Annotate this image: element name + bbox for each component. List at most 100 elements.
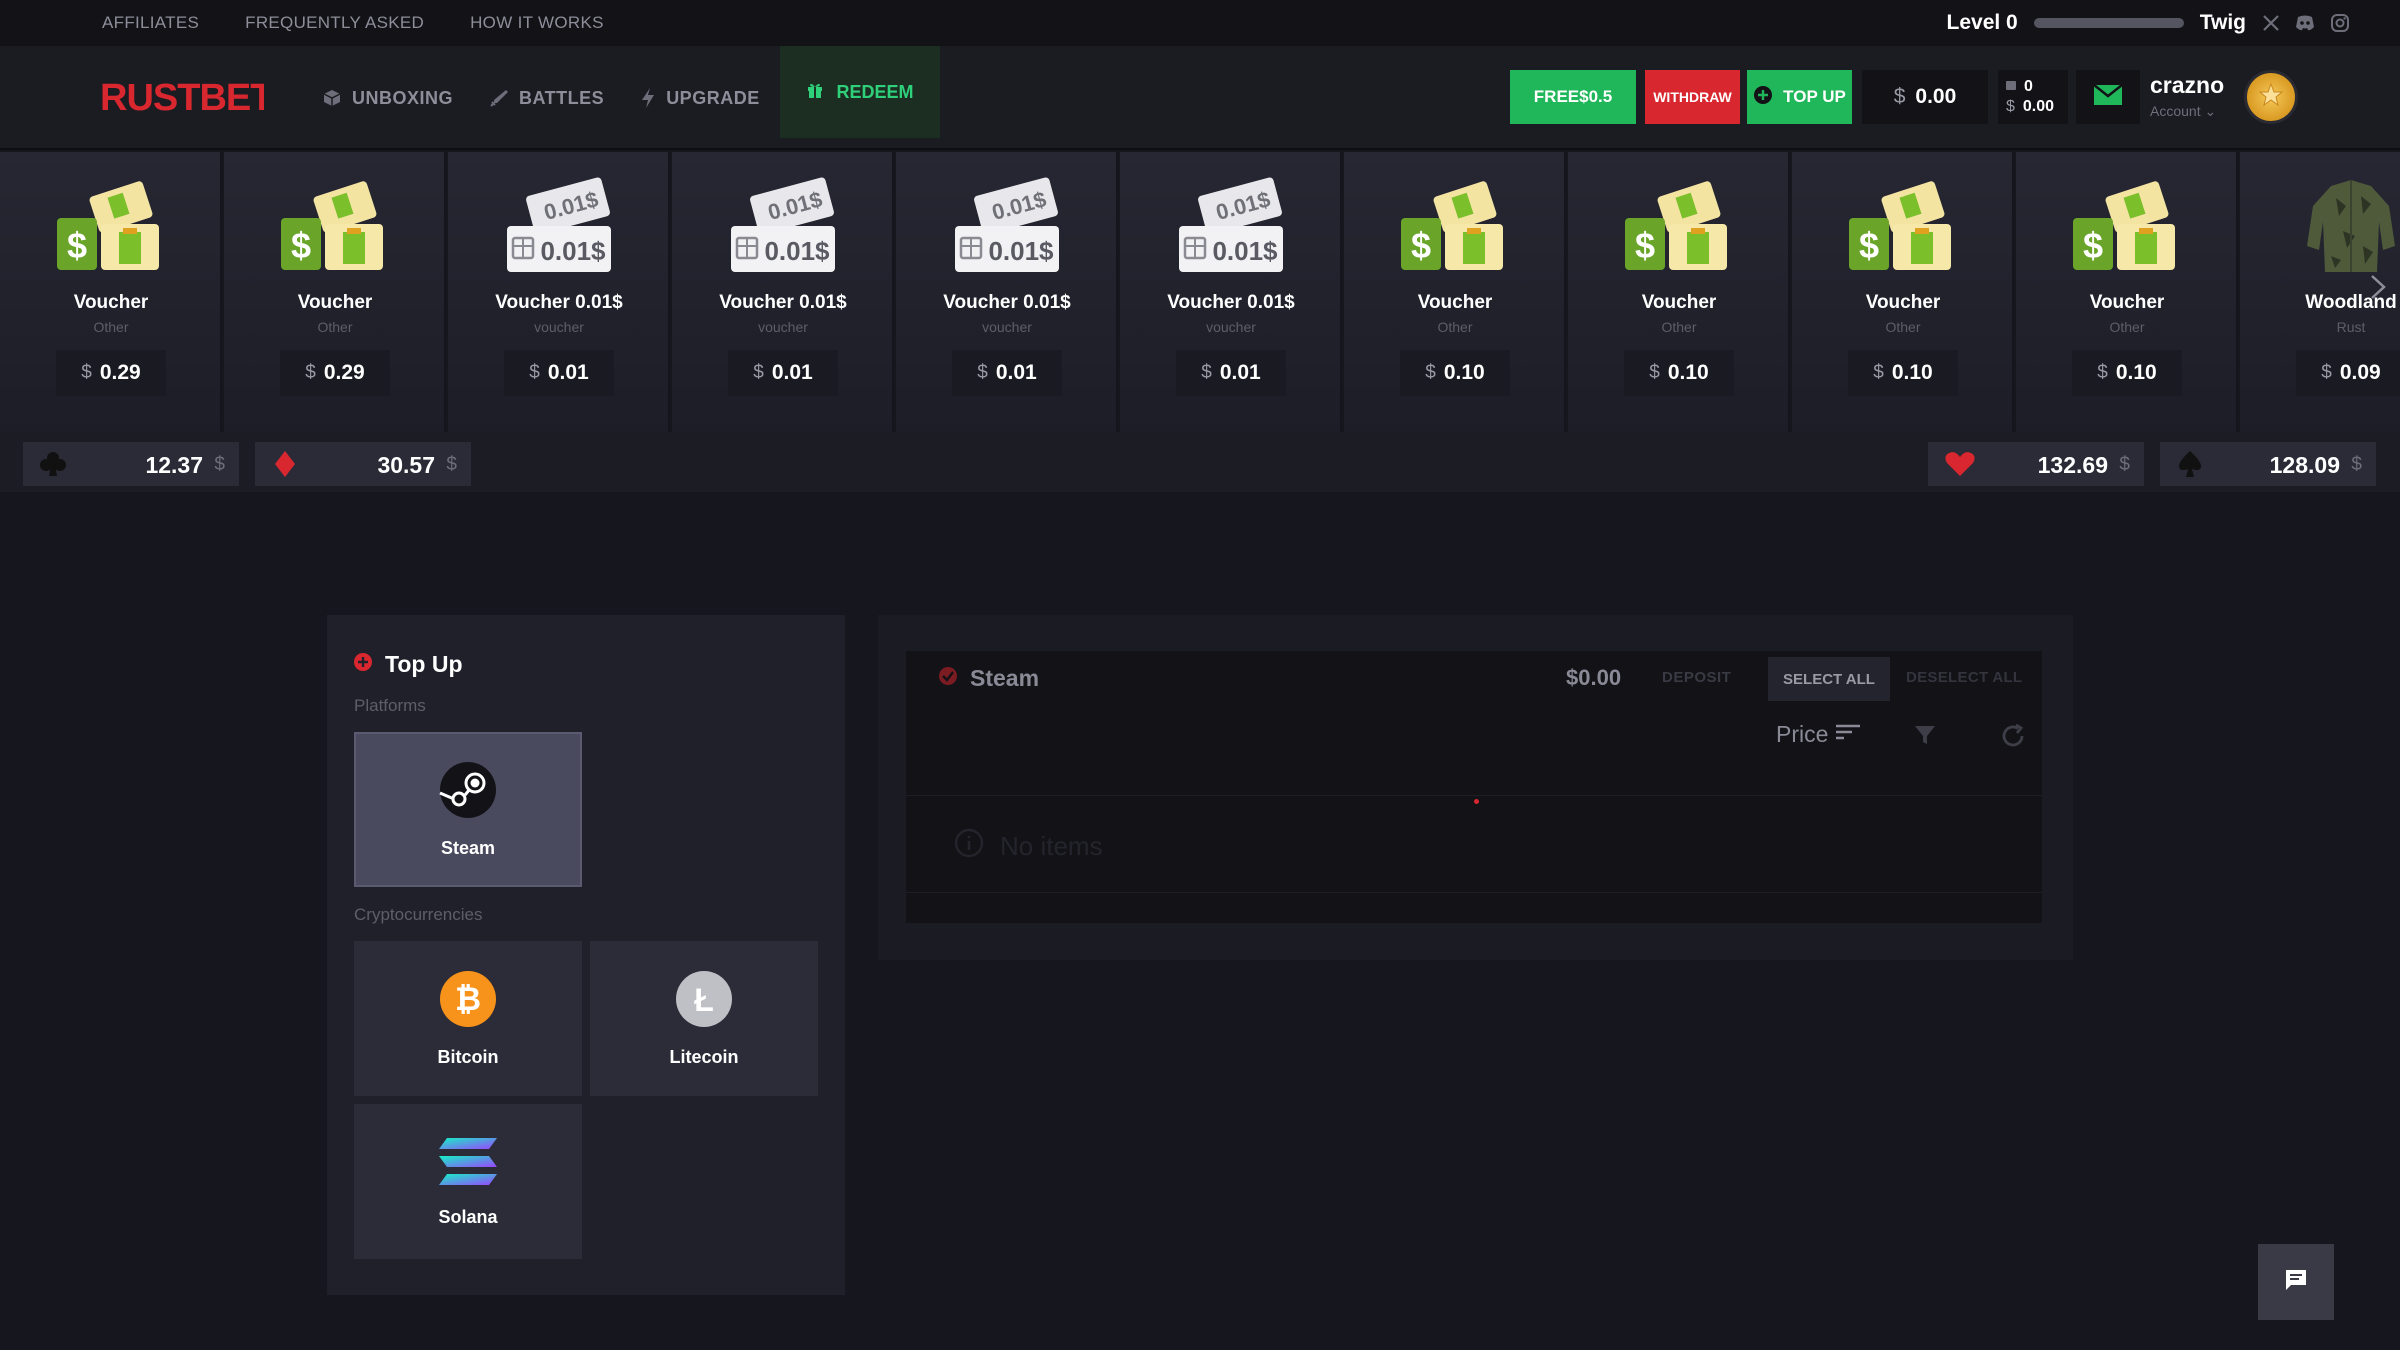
suit-clubs-currency: $: [214, 454, 225, 475]
item-price-currency: $: [977, 362, 988, 383]
level-area: Level 0 Twig: [1947, 0, 2350, 46]
item-card[interactable]: 0.01$ 0.01$ Voucher 0.01$ voucher $0.01: [896, 152, 1118, 432]
item-price-value: 0.01: [995, 361, 1037, 384]
secondary-count: 0: [2024, 78, 2033, 95]
price-sort-button[interactable]: Price: [1776, 721, 1862, 748]
item-category: Other: [1437, 319, 1473, 335]
item-price: $0.01: [952, 350, 1062, 396]
item-price-value: 0.10: [1443, 361, 1485, 384]
item-price: $0.29: [56, 350, 166, 396]
item-price-value: 0.01: [771, 361, 813, 384]
item-card[interactable]: 0.01$ 0.01$ Voucher 0.01$ voucher $0.01: [1120, 152, 1342, 432]
social-links: [2262, 13, 2350, 33]
item-category: Rust: [2336, 319, 2366, 335]
nav-battles[interactable]: BATTLES: [489, 88, 604, 109]
item-category: Other: [317, 319, 353, 335]
check-circle-icon: [938, 665, 958, 692]
item-card[interactable]: $ Voucher Other $0.10: [1568, 152, 1790, 432]
svg-text:Ł: Ł: [694, 982, 714, 1018]
plus-circle-icon: [1753, 85, 1773, 110]
chevron-right-icon[interactable]: [2366, 272, 2390, 302]
item-name: Voucher 0.01$: [943, 292, 1071, 313]
coin-icon: [2006, 78, 2016, 96]
topup-title-text: Top Up: [385, 651, 463, 677]
link-how-it-works[interactable]: HOW IT WORKS: [470, 13, 604, 33]
suit-diamonds[interactable]: 30.57 $: [255, 442, 471, 486]
nav-upgrade[interactable]: UPGRADE: [640, 87, 760, 109]
top-links: AFFILIATES FREQUENTLY ASKED HOW IT WORKS: [102, 13, 604, 33]
free-bonus-button[interactable]: FREE$0.5: [1510, 70, 1636, 124]
main-nav: RUSTBET UNBOXING BATTLES UPGRADE REDEEM: [0, 46, 2400, 150]
voucher-icon: 0.01$ 0.01$: [896, 176, 1118, 286]
withdraw-button[interactable]: WITHDRAW: [1645, 70, 1740, 124]
item-name: Voucher 0.01$: [495, 292, 623, 313]
deposit-button[interactable]: DEPOSIT: [1662, 669, 1731, 686]
item-price-value: 0.10: [2115, 361, 2157, 384]
item-price-currency: $: [753, 362, 764, 383]
nav-unboxing[interactable]: UNBOXING: [322, 88, 453, 109]
item-price-value: 0.10: [1891, 361, 1933, 384]
deselect-all-button[interactable]: DESELECT ALL: [1906, 669, 2022, 686]
item-price-currency: $: [81, 362, 92, 383]
method-bitcoin[interactable]: ₿ Bitcoin: [354, 941, 582, 1096]
voucher-icon: $: [2016, 176, 2238, 286]
refresh-icon[interactable]: [2000, 723, 2026, 754]
chat-button[interactable]: [2258, 1244, 2334, 1320]
nav-redeem[interactable]: REDEEM: [780, 46, 940, 138]
filter-icon[interactable]: [1913, 723, 1937, 752]
rustbet-logo[interactable]: RUSTBET: [100, 77, 274, 121]
item-category: voucher: [982, 319, 1032, 335]
mail-button[interactable]: [2076, 70, 2140, 124]
steam-icon: [439, 761, 497, 824]
item-card[interactable]: 0.01$ 0.01$ Voucher 0.01$ voucher $0.01: [672, 152, 894, 432]
item-category: Other: [93, 319, 129, 335]
steam-inventory-title-text: Steam: [970, 665, 1040, 691]
item-card[interactable]: $ Voucher Other $0.29: [0, 152, 222, 432]
suit-clubs[interactable]: 12.37 $: [23, 442, 239, 486]
select-all-button[interactable]: SELECT ALL: [1768, 657, 1890, 701]
item-category: voucher: [1206, 319, 1256, 335]
balance-value: 0.00: [1915, 85, 1957, 108]
voucher-icon: $: [224, 176, 446, 286]
method-solana[interactable]: Solana: [354, 1104, 582, 1259]
suit-spades-currency: $: [2351, 454, 2362, 475]
item-card[interactable]: $ Voucher Other $0.10: [1344, 152, 1566, 432]
balance-currency: $: [1893, 85, 1906, 108]
x-icon[interactable]: [2262, 14, 2280, 32]
item-price-currency: $: [529, 362, 540, 383]
item-price-currency: $: [2097, 362, 2108, 383]
gift-icon: [806, 81, 824, 104]
item-price-value: 0.09: [2339, 361, 2381, 384]
item-name: Voucher 0.01$: [719, 292, 847, 313]
star-icon: [2258, 82, 2284, 113]
suit-hearts[interactable]: 132.69 $: [1928, 442, 2144, 486]
link-faq[interactable]: FREQUENTLY ASKED: [245, 13, 424, 33]
method-steam[interactable]: Steam: [354, 732, 582, 887]
item-card[interactable]: 0.01$ 0.01$ Voucher 0.01$ voucher $0.01: [448, 152, 670, 432]
suit-spades[interactable]: 128.09 $: [2160, 442, 2376, 486]
recent-drops-strip: $ Voucher Other $0.29 $ Voucher Other $0.29 0.01…: [0, 152, 2400, 432]
item-price-currency: $: [1201, 362, 1212, 383]
item-price: $0.01: [504, 350, 614, 396]
topup-button-label: TOP UP: [1783, 87, 1846, 106]
avatar[interactable]: [2244, 70, 2298, 124]
instagram-icon[interactable]: [2330, 13, 2350, 33]
link-affiliates[interactable]: AFFILIATES: [102, 13, 199, 33]
item-price: $0.10: [2072, 350, 2182, 396]
plus-circle-icon: [353, 651, 373, 678]
account-menu[interactable]: crazno Account ⌄: [2150, 72, 2224, 120]
item-card[interactable]: $ Voucher Other $0.29: [224, 152, 446, 432]
account-sub: Account ⌄: [2150, 103, 2217, 119]
topup-button[interactable]: TOP UP: [1747, 70, 1852, 124]
secondary-currency: $: [2006, 98, 2015, 115]
item-price-currency: $: [2321, 362, 2332, 383]
item-card[interactable]: $ Voucher Other $0.10: [2016, 152, 2238, 432]
voucher-icon: 0.01$ 0.01$: [1120, 176, 1342, 286]
divider: [906, 892, 2042, 893]
item-card[interactable]: $ Voucher Other $0.10: [1792, 152, 2014, 432]
discord-icon[interactable]: [2294, 14, 2316, 32]
platforms-label: Platforms: [354, 696, 426, 715]
item-category: voucher: [534, 319, 584, 335]
svg-text:$: $: [291, 225, 311, 266]
method-litecoin[interactable]: Ł Litecoin: [590, 941, 818, 1096]
